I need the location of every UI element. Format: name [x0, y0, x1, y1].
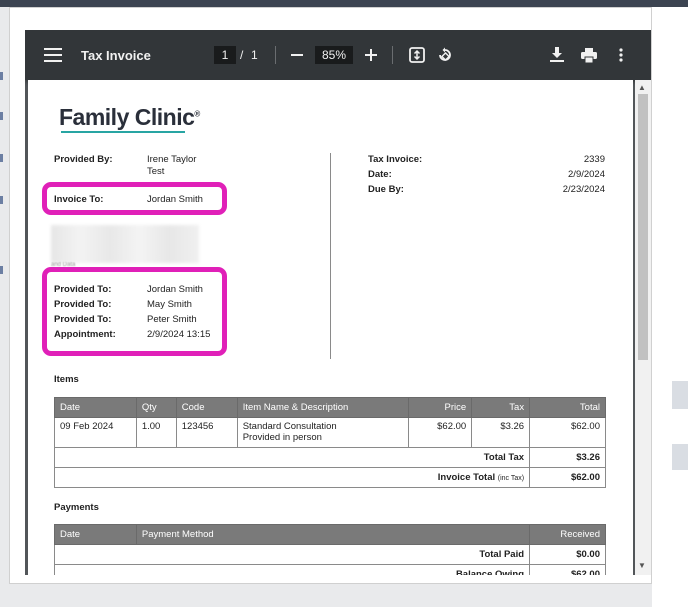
balance-owing-label: Balance Owing	[53, 564, 531, 575]
total-paid-row: Total Paid $0.00	[53, 544, 606, 565]
appointment-value: 2/9/2024 13:15	[147, 329, 211, 340]
rotate-button[interactable]	[434, 30, 456, 80]
item-price: $62.00	[408, 417, 473, 448]
column-header: Total	[529, 397, 606, 418]
plus-icon	[365, 49, 377, 61]
appointment-label: Appointment:	[54, 329, 116, 340]
toolbar-divider	[392, 46, 393, 64]
column-header: Code	[175, 397, 238, 418]
logo-underline	[61, 131, 185, 133]
header-divider	[330, 153, 331, 359]
invoice-total-value: $62.00	[529, 467, 606, 488]
balance-owing-value: $62.00	[529, 564, 606, 575]
more-vertical-icon	[619, 48, 623, 62]
total-tax-value: $3.26	[529, 447, 606, 468]
invoice-total-label: Invoice Total (inc Tax)	[53, 467, 531, 488]
date-label: Date:	[368, 169, 392, 180]
column-header: Qty	[135, 397, 177, 418]
date-value: 2/9/2024	[568, 169, 605, 180]
column-header: Price	[408, 397, 473, 418]
pdf-toolbar: Tax Invoice 1 / 1 85%	[25, 30, 651, 80]
column-header: Item Name & Description	[236, 397, 410, 418]
page-separator: /	[240, 48, 244, 62]
pdf-viewer: Tax Invoice 1 / 1 85% Family Clinic® Pro…	[25, 30, 651, 575]
blurred-address	[51, 225, 199, 263]
payments-table: Date Payment Method Received Total Paid …	[53, 524, 606, 575]
toolbar-divider	[275, 46, 276, 64]
payments-header-row: Date Payment Method Received	[54, 524, 606, 545]
invoice-total-row: Invoice Total (inc Tax) $62.00	[53, 467, 606, 488]
highlight-provided-to	[42, 267, 227, 356]
total-paid-value: $0.00	[529, 544, 606, 565]
zoom-out-button[interactable]	[286, 30, 308, 80]
rotate-icon	[439, 47, 451, 62]
download-icon	[550, 47, 564, 62]
item-total: $62.00	[529, 417, 606, 448]
zoom-in-button[interactable]	[360, 30, 382, 80]
print-icon	[581, 47, 597, 63]
invoice-to-value: Jordan Smith	[147, 194, 203, 205]
scrollbar-thumb[interactable]	[638, 94, 648, 360]
invoice-to-label: Invoice To:	[54, 194, 104, 205]
items-header-row: Date Qty Code Item Name & Description Pr…	[54, 397, 606, 418]
provided-by-label: Provided By:	[54, 154, 113, 165]
clinic-logo: Family Clinic®	[59, 104, 200, 130]
item-tax: $3.26	[471, 417, 531, 448]
download-button[interactable]	[546, 30, 568, 80]
provided-to-label: Provided To:	[54, 284, 112, 295]
total-paid-label: Total Paid	[53, 544, 531, 565]
provided-by-name: Irene Taylor	[147, 154, 197, 165]
item-date: 09 Feb 2024	[54, 417, 137, 448]
due-by-label: Due By:	[368, 184, 404, 195]
scroll-up-icon[interactable]: ▲	[638, 83, 646, 92]
print-button[interactable]	[578, 30, 600, 80]
tax-invoice-label: Tax Invoice:	[368, 154, 423, 165]
column-header: Payment Method	[135, 524, 531, 545]
background-right-panel	[652, 7, 688, 607]
more-options-button[interactable]	[610, 30, 632, 80]
provided-to-label: Provided To:	[54, 299, 112, 310]
item-qty: 1.00	[135, 417, 177, 448]
provided-by-extra: Test	[147, 166, 165, 177]
provided-to-value: Peter Smith	[147, 314, 197, 325]
column-header: Received	[529, 524, 606, 545]
item-detail: Provided in person	[242, 432, 322, 443]
items-heading: Items	[54, 374, 79, 385]
column-header: Tax	[471, 397, 531, 418]
minus-icon	[291, 54, 303, 56]
document-title: Tax Invoice	[81, 47, 151, 63]
column-header: Date	[54, 397, 137, 418]
fit-page-icon	[409, 47, 425, 63]
provided-to-label: Provided To:	[54, 314, 112, 325]
items-table: Date Qty Code Item Name & Description Pr…	[53, 397, 606, 488]
balance-owing-row: Balance Owing $62.00	[53, 564, 606, 575]
payments-heading: Payments	[54, 502, 99, 513]
tax-invoice-number: 2339	[583, 154, 605, 165]
background-top-bar	[0, 0, 688, 7]
page-total: 1	[251, 48, 258, 62]
item-name: Standard Consultation	[242, 421, 337, 432]
invoice-total-note: (inc Tax)	[497, 475, 525, 482]
total-tax-row: Total Tax $3.26	[53, 447, 606, 468]
fit-page-button[interactable]	[406, 30, 428, 80]
zoom-level-input[interactable]: 85%	[315, 46, 353, 64]
invoice-page: Family Clinic® Provided By: Irene Taylor…	[28, 80, 633, 575]
provided-to-value: May Smith	[147, 299, 192, 310]
item-code: 123456	[175, 417, 238, 448]
column-header: Date	[54, 524, 137, 545]
due-by-value: 2/23/2024	[562, 184, 605, 195]
total-tax-label: Total Tax	[53, 447, 531, 468]
scroll-down-icon[interactable]: ▼	[638, 561, 646, 570]
hamburger-menu-icon[interactable]	[39, 30, 67, 80]
table-row: 09 Feb 2024 1.00 123456 Standard Consult…	[54, 417, 606, 448]
provided-to-value: Jordan Smith	[147, 284, 203, 295]
item-description: Standard Consultation Provided in person	[236, 417, 410, 448]
page-number-input[interactable]: 1	[214, 46, 236, 64]
